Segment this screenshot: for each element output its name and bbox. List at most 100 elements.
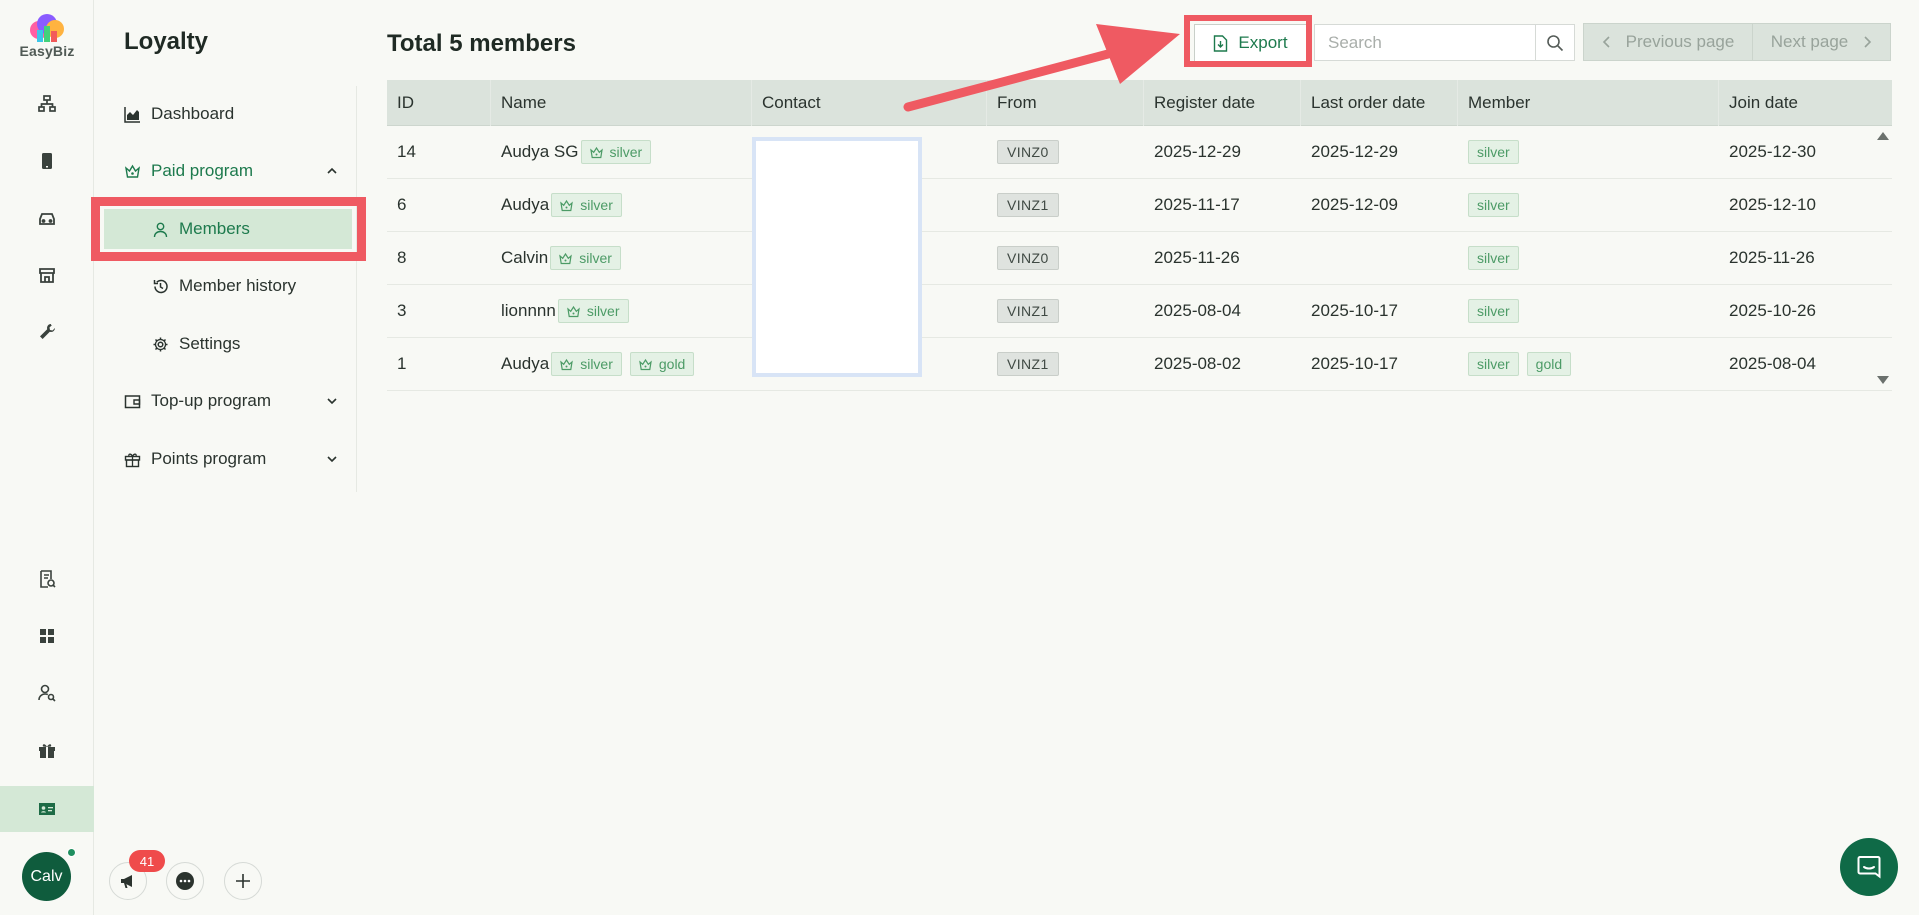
table-row[interactable]: 6 Audya silver VINZ1 2025-11-17 2025-12-09 sil… [387, 179, 1892, 232]
tier-tag-label: silver [580, 356, 613, 372]
scroll-down-arrow[interactable] [1877, 376, 1889, 384]
cell-name: Audya SG silver [491, 126, 752, 178]
search-icon [1547, 34, 1564, 51]
cell-last-order-date: 2025-10-17 [1301, 285, 1458, 337]
rail-grid-icon[interactable] [0, 613, 94, 659]
member-name[interactable]: Calvin [501, 248, 548, 268]
search-button[interactable] [1535, 24, 1575, 61]
member-name[interactable]: Audya [501, 195, 549, 215]
table-row[interactable]: 14 Audya SG silver VINZ0 2025-12-29 2025-12-2… [387, 126, 1892, 179]
rail-org-icon[interactable] [0, 81, 94, 127]
column-header-id[interactable]: ID [387, 80, 491, 126]
cell-member: silver gold [1458, 338, 1719, 390]
cell-register-date-text: 2025-12-29 [1154, 142, 1241, 161]
member-name[interactable]: Audya [501, 354, 549, 374]
chevron-down-icon [327, 456, 337, 463]
cell-last-order-date-text: 2025-12-09 [1311, 195, 1398, 214]
cell-join-date-text: 2025-12-30 [1729, 142, 1816, 161]
sidebar-item-member-history[interactable]: Member history [152, 267, 332, 305]
cell-from: VINZ1 [987, 179, 1144, 231]
cell-from: VINZ1 [987, 338, 1144, 390]
support-chat-launcher[interactable] [1840, 838, 1898, 896]
tier-tag-label: silver [609, 144, 643, 160]
membership-tag: silver [1468, 246, 1519, 270]
column-header-name[interactable]: Name [491, 80, 752, 126]
export-highlight-annotation [1184, 15, 1312, 67]
rail-member-card-icon[interactable] [0, 786, 94, 832]
user-avatar[interactable]: Calv [22, 852, 71, 901]
membership-tag: silver [1468, 352, 1519, 376]
cell-join-date-text: 2025-08-04 [1729, 354, 1816, 373]
member-name[interactable]: Audya SG [501, 142, 579, 162]
sidebar-item-settings[interactable]: Settings [152, 325, 332, 363]
add-button[interactable] [224, 862, 262, 900]
cell-member: silver [1458, 179, 1719, 231]
scroll-up-arrow[interactable] [1877, 132, 1889, 140]
cell-last-order-date: 2025-12-29 [1301, 126, 1458, 178]
tier-tag-label: silver [586, 303, 620, 319]
plus-icon [236, 874, 250, 888]
chevron-down-icon [327, 398, 337, 405]
tier-tag: silver [550, 246, 621, 270]
member-name[interactable]: lionnnn [501, 301, 556, 321]
cell-name: Calvin silver [491, 232, 752, 284]
online-status-dot [67, 848, 76, 857]
cell-join-date-text: 2025-11-26 [1729, 248, 1815, 267]
cell-join-date-text: 2025-12-10 [1729, 195, 1816, 214]
column-header-register-date[interactable]: Register date [1144, 80, 1301, 126]
previous-page-button[interactable]: Previous page [1583, 23, 1753, 61]
rail-wrench-icon[interactable] [0, 309, 94, 355]
table-row[interactable]: 3 lionnnn silver VINZ1 2025-08-04 2025-10-17 s… [387, 285, 1892, 338]
contact-redacted-box [752, 137, 922, 377]
sidebar-item-points-program[interactable]: Points program [124, 440, 339, 478]
avatar-text: Calv [30, 867, 63, 885]
history-icon [153, 279, 168, 293]
tier-tag: gold [629, 352, 695, 376]
rail-user-search-icon[interactable] [0, 670, 94, 716]
app-logo[interactable]: EasyBiz [17, 12, 77, 59]
column-header-contact[interactable]: Contact [752, 80, 987, 126]
cell-id-text: 1 [397, 354, 407, 373]
next-page-button[interactable]: Next page [1753, 23, 1891, 61]
table-header: ID Name Contact From Register date Last … [387, 80, 1892, 126]
cell-join-date: 2025-12-10 [1719, 179, 1892, 231]
rail-store-icon[interactable] [0, 252, 94, 298]
rail-report-search-icon[interactable] [0, 556, 94, 602]
chevron-left-icon [1602, 36, 1610, 48]
column-header-join-date[interactable]: Join date [1719, 80, 1892, 126]
cell-last-order-date-text: 2025-10-17 [1311, 301, 1398, 320]
search-input[interactable] [1314, 24, 1536, 61]
logo-cloud-icon [30, 14, 64, 42]
rail-car-icon[interactable] [0, 195, 94, 241]
cell-id-text: 6 [397, 195, 407, 214]
cell-member: silver [1458, 285, 1719, 337]
notification-badge: 41 [129, 850, 165, 872]
column-header-member[interactable]: Member [1458, 80, 1719, 126]
rail-mobile-icon[interactable] [0, 138, 94, 184]
source-tag: VINZ1 [997, 299, 1059, 323]
chat-icon [1857, 856, 1881, 879]
table-row[interactable]: 8 Calvin silver VINZ0 2025-11-26 silver 2025-1… [387, 232, 1892, 285]
sidebar-item-paid-program[interactable]: Paid program [124, 152, 339, 190]
cell-id: 8 [387, 232, 491, 284]
tier-tag-label: gold [658, 356, 686, 372]
cell-register-date: 2025-08-02 [1144, 338, 1301, 390]
gear-icon [153, 337, 168, 351]
cell-member: silver [1458, 126, 1719, 178]
chat-button[interactable] [166, 862, 204, 900]
cell-name: Audya silver [491, 179, 752, 231]
tier-tag-label: silver [579, 250, 612, 266]
column-header-from[interactable]: From [987, 80, 1144, 126]
sidebar-item-top-up-program[interactable]: Top-up program [124, 382, 339, 420]
tier-tag: silver [551, 193, 622, 217]
table-row[interactable]: 1 Audya silver gold VINZ1 2025-08-02 2025-10-1… [387, 338, 1892, 391]
left-rail: EasyBiz Calv [0, 0, 94, 915]
column-header-last-order-date[interactable]: Last order date [1301, 80, 1458, 126]
cell-id: 1 [387, 338, 491, 390]
cell-last-order-date [1301, 232, 1458, 284]
rail-gift-icon[interactable] [0, 727, 94, 773]
source-tag: VINZ0 [997, 140, 1059, 164]
cell-join-date: 2025-12-30 [1719, 126, 1892, 178]
sidebar-item-dashboard[interactable]: Dashboard [124, 95, 339, 133]
table-body: 14 Audya SG silver VINZ0 2025-12-29 2025-12-2… [387, 126, 1892, 391]
